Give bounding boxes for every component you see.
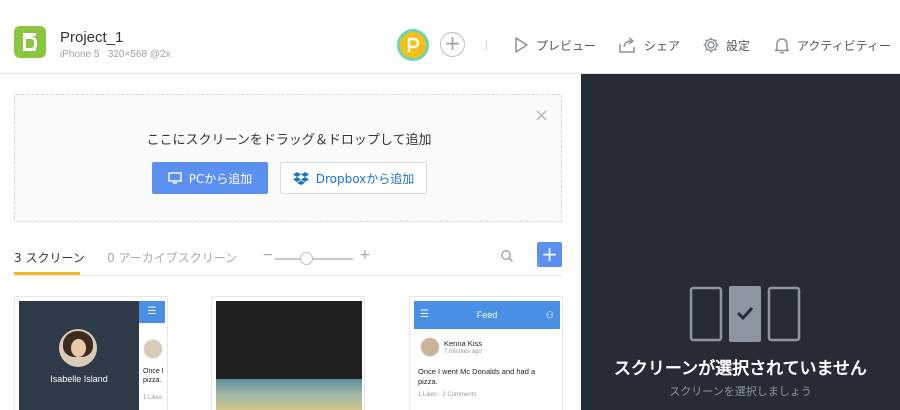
activity-label: アクティビティー xyxy=(797,38,891,53)
user-avatar[interactable] xyxy=(397,29,429,61)
activity-button[interactable]: アクティビティー xyxy=(773,34,891,56)
no-selection-subtitle: スクリーンを選択しましょう xyxy=(669,385,812,398)
device-info: iPhone 5 320×568 @2x xyxy=(60,49,171,60)
post-snippet: Once I pizza. xyxy=(143,368,164,384)
zoom-out-button[interactable]: − xyxy=(262,247,274,263)
menu-icon: ☰ xyxy=(420,309,429,320)
zoom-slider-track[interactable] xyxy=(275,258,353,260)
project-title[interactable]: Project_1 xyxy=(60,29,123,46)
close-dropzone-icon[interactable]: × xyxy=(534,107,549,125)
no-selection-title: スクリーンが選択されていません xyxy=(613,359,868,379)
preview-label: プレビュー xyxy=(536,38,597,53)
tab-screens[interactable]: 3 スクリーン xyxy=(14,249,85,266)
tabs-divider xyxy=(14,275,562,276)
app-logo-icon[interactable] xyxy=(14,26,46,58)
search-button[interactable] xyxy=(500,248,514,267)
top-bar: Project_1 iPhone 5 320×568 @2x + プレビュー シ… xyxy=(0,0,900,74)
dropbox-icon xyxy=(292,172,309,185)
screens-workspace: ここにスクリーンをドラッグ＆ドロップして追加 × PCから追加 Dropboxか… xyxy=(0,74,581,410)
settings-label: 設定 xyxy=(726,38,751,53)
sky-photo xyxy=(216,379,362,410)
dark-image-area xyxy=(216,301,362,379)
settings-button[interactable]: 設定 xyxy=(702,34,750,56)
likes-count: 1 Likes xyxy=(143,395,163,401)
monitor-icon xyxy=(167,172,182,184)
add-from-dropbox-button[interactable]: Dropboxから追加 xyxy=(280,162,427,194)
screen-thumbnail[interactable] xyxy=(211,296,365,410)
screen-tabs-bar: 3 スクリーン 0 アーカイブスクリーン − + + xyxy=(0,239,581,277)
header-divider xyxy=(486,40,487,50)
add-from-dropbox-label: Dropboxから追加 xyxy=(315,171,415,186)
share-button[interactable]: シェア xyxy=(618,34,680,56)
profile-photo xyxy=(59,329,97,367)
bell-icon xyxy=(774,38,790,54)
search-icon xyxy=(501,250,514,263)
play-icon xyxy=(515,37,528,53)
post-time: 7 minutes ago xyxy=(444,349,482,355)
screen-thumbnail[interactable]: ☰ Feed ⚇ Kenna Kiss 7 minutes ago Once I… xyxy=(409,296,563,410)
menu-icon: ☰ xyxy=(139,301,165,323)
add-from-pc-button[interactable]: PCから追加 xyxy=(152,162,268,194)
inspector-panel: スクリーンが選択されていません スクリーンを選択しましょう xyxy=(581,74,900,410)
feed-header: ☰ Feed ⚇ xyxy=(414,301,560,329)
gear-icon xyxy=(703,37,719,53)
screen-thumbnail[interactable]: Isabelle Island ☰ Once I pizza. 1 Likes xyxy=(14,296,168,410)
post-text: Once I went Mc Donalds and had a pizza. xyxy=(418,367,536,386)
user-avatar-glyph-icon xyxy=(407,37,420,52)
profile-name: Isabelle Island xyxy=(50,374,108,384)
zoom-slider-handle[interactable] xyxy=(299,252,313,265)
feed-title: Feed xyxy=(476,310,498,320)
preview-button[interactable]: プレビュー xyxy=(512,34,596,56)
people-icon: ⚇ xyxy=(545,310,554,320)
post-author: Kenna Kiss xyxy=(444,339,482,348)
tab-archived-screens[interactable]: 0 アーカイブスクリーン xyxy=(107,249,237,266)
add-from-pc-label: PCから追加 xyxy=(188,171,253,186)
share-icon xyxy=(619,37,635,53)
add-screen-button[interactable]: + xyxy=(537,242,562,267)
avatar xyxy=(143,339,163,359)
add-member-button[interactable]: + xyxy=(440,32,465,57)
avatar xyxy=(420,337,440,357)
zoom-in-button[interactable]: + xyxy=(359,247,371,263)
screens-selection-icon xyxy=(689,286,801,342)
feed-preview-strip: ☰ Once I pizza. 1 Likes xyxy=(139,301,165,410)
share-label: シェア xyxy=(644,38,681,53)
post-meta: 1 Likes · 2 Comments xyxy=(418,392,477,398)
upload-dropzone[interactable]: ここにスクリーンをドラッグ＆ドロップして追加 × PCから追加 Dropboxか… xyxy=(14,94,562,222)
dropzone-text: ここにスクリーンをドラッグ＆ドロップして追加 xyxy=(146,133,432,148)
